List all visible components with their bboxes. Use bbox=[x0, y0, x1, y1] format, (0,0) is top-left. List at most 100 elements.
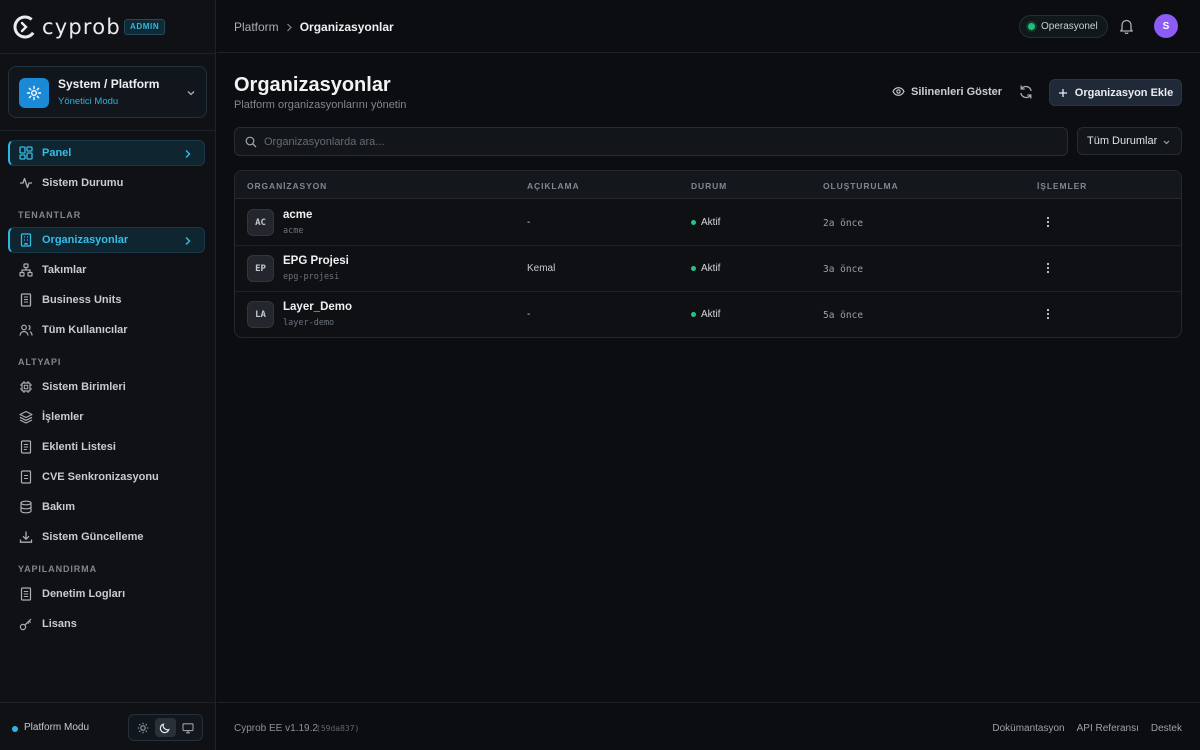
sidebar-item-label: CVE Senkronizasyonu bbox=[42, 471, 159, 483]
footer-link-docs[interactable]: Dokümantasyon bbox=[992, 723, 1064, 734]
org-description: - bbox=[527, 309, 531, 320]
sidebar-item-organizasyonlar[interactable]: Organizasyonlar bbox=[8, 227, 205, 253]
version-label: Cyprob EE v1.19.2 bbox=[234, 723, 318, 734]
sidebar-item-eklenti-listesi[interactable]: Eklenti Listesi bbox=[8, 434, 205, 460]
sidebar-item-label: Organizasyonlar bbox=[42, 234, 129, 246]
status-badge: Aktif bbox=[691, 263, 720, 274]
more-vertical-icon[interactable] bbox=[1041, 307, 1055, 321]
sidebar-item-tum-kullanicilar[interactable]: Tüm Kullanıcılar bbox=[8, 317, 205, 343]
table-row[interactable]: AC acme acme - Aktif 2a önce bbox=[235, 200, 1181, 246]
add-organization-button[interactable]: Organizasyon Ekle bbox=[1049, 79, 1182, 106]
org-slug: layer-demo bbox=[283, 318, 335, 328]
activity-icon bbox=[18, 175, 34, 191]
org-description: Kemal bbox=[527, 263, 556, 274]
page-subtitle: Platform organizasyonlarını yönetin bbox=[234, 99, 407, 111]
sidebar-item-lisans[interactable]: Lisans bbox=[8, 611, 205, 637]
org-name[interactable]: EPG Projesi bbox=[283, 255, 349, 267]
system-status-badge[interactable]: Operasyonel bbox=[1019, 15, 1108, 38]
users-icon bbox=[18, 322, 34, 338]
topbar: Platform Organizasyonlar Operasyonel S bbox=[217, 0, 1200, 53]
sidebar-item-label: Denetim Logları bbox=[42, 588, 126, 600]
divider bbox=[0, 130, 216, 131]
refresh-icon[interactable] bbox=[1018, 84, 1034, 100]
log-icon bbox=[18, 586, 34, 602]
sidebar-item-sistem-birimleri[interactable]: Sistem Birimleri bbox=[8, 374, 205, 400]
theme-dark-button[interactable] bbox=[154, 718, 176, 737]
column-header-actions: İŞLEMLER bbox=[1037, 181, 1088, 191]
moon-icon bbox=[160, 722, 171, 733]
table-row[interactable]: LA Layer_Demo layer-demo - Aktif 5a önce bbox=[235, 292, 1181, 337]
context-switcher[interactable]: System / Platform Yönetici Modu bbox=[8, 66, 207, 118]
sidebar-item-sistem-durumu[interactable]: Sistem Durumu bbox=[8, 170, 205, 196]
system-status-label: Operasyonel bbox=[1041, 21, 1098, 32]
more-vertical-icon[interactable] bbox=[1041, 261, 1055, 275]
sidebar-item-business-units[interactable]: Business Units bbox=[8, 287, 205, 313]
add-organization-label: Organizasyon Ekle bbox=[1074, 86, 1174, 99]
more-vertical-icon[interactable] bbox=[1041, 215, 1055, 229]
theme-system-button[interactable] bbox=[177, 718, 198, 737]
footer-link-support[interactable]: Destek bbox=[1151, 723, 1182, 734]
cpu-icon bbox=[18, 379, 34, 395]
status-filter-value: Tüm Durumlar bbox=[1087, 135, 1158, 147]
status-filter-select[interactable]: Tüm Durumlar bbox=[1077, 127, 1182, 155]
org-avatar: EP bbox=[247, 255, 274, 282]
created-time: 3a önce bbox=[823, 264, 864, 275]
footer-link-api[interactable]: API Referansı bbox=[1077, 723, 1139, 734]
status-label: Aktif bbox=[701, 309, 721, 320]
footer-links: Dokümantasyon API Referansı Destek bbox=[980, 723, 1182, 734]
brand-logo[interactable]: cyprob bbox=[12, 14, 121, 40]
theme-light-button[interactable] bbox=[133, 718, 154, 737]
platform-mode-label: Platform Modu bbox=[24, 722, 90, 733]
org-description: - bbox=[527, 217, 531, 228]
sidebar-item-label: Takımlar bbox=[42, 264, 87, 276]
sidebar-item-denetim-loglari[interactable]: Denetim Logları bbox=[8, 581, 205, 607]
chevron-down-icon bbox=[187, 91, 195, 96]
column-header-description: AÇIKLAMA bbox=[527, 181, 580, 191]
plus-icon bbox=[1058, 88, 1067, 97]
section-label-yapilandirma: YAPILANDIRMA bbox=[18, 564, 97, 574]
column-header-organization: ORGANİZASYON bbox=[247, 181, 328, 191]
org-name[interactable]: acme bbox=[283, 209, 312, 221]
platform-mode-dot bbox=[12, 726, 18, 732]
sidebar-item-sistem-guncelleme[interactable]: Sistem Güncelleme bbox=[8, 524, 205, 550]
bell-icon[interactable] bbox=[1119, 18, 1134, 34]
sidebar-item-bakim[interactable]: Bakım bbox=[8, 494, 205, 520]
user-avatar[interactable]: S bbox=[1154, 14, 1178, 38]
status-dot bbox=[1028, 23, 1035, 30]
context-title: System / Platform bbox=[58, 77, 160, 91]
sidebar-item-cve-senkronizasyonu[interactable]: CVE Senkronizasyonu bbox=[8, 464, 205, 490]
show-deleted-button[interactable]: Silinenleri Göster bbox=[892, 85, 1002, 98]
search-input[interactable] bbox=[264, 135, 1044, 148]
sidebar-item-label: Sistem Durumu bbox=[42, 177, 124, 189]
chevron-right-icon bbox=[185, 150, 191, 158]
chevron-down-icon bbox=[1163, 140, 1170, 145]
created-time: 5a önce bbox=[823, 310, 864, 321]
sidebar-item-islemler[interactable]: İşlemler bbox=[8, 404, 205, 430]
organizations-table: ORGANİZASYON AÇIKLAMA DURUM OLUŞTURULMA … bbox=[234, 170, 1182, 338]
divider bbox=[0, 53, 216, 54]
sun-icon bbox=[137, 722, 149, 733]
org-slug: acme bbox=[283, 226, 304, 236]
sidebar-item-label: Eklenti Listesi bbox=[42, 441, 116, 453]
download-icon bbox=[18, 529, 34, 545]
column-header-status: DURUM bbox=[691, 181, 728, 191]
dashboard-icon bbox=[18, 145, 34, 161]
breadcrumb-platform[interactable]: Platform bbox=[234, 20, 279, 34]
status-badge: Aktif bbox=[691, 309, 720, 320]
sync-icon bbox=[18, 469, 34, 485]
sidebar-item-takimlar[interactable]: Takımlar bbox=[8, 257, 205, 283]
page-footer: Cyprob EE v1.19.2 (59da837) Dokümantasyo… bbox=[217, 702, 1200, 750]
building-icon bbox=[18, 232, 34, 248]
sidebar-item-panel[interactable]: Panel bbox=[8, 140, 205, 166]
status-dot bbox=[691, 220, 696, 225]
org-name[interactable]: Layer_Demo bbox=[283, 301, 352, 313]
sidebar-item-label: Business Units bbox=[42, 294, 122, 306]
status-dot bbox=[691, 312, 696, 317]
theme-switcher bbox=[128, 714, 203, 741]
status-badge: Aktif bbox=[691, 217, 720, 228]
table-row[interactable]: EP EPG Projesi epg-projesi Kemal Aktif 3… bbox=[235, 246, 1181, 292]
logo-mark-icon bbox=[13, 15, 37, 39]
section-label-tenantlar: TENANTLAR bbox=[18, 210, 82, 220]
office-building-icon bbox=[18, 292, 34, 308]
table-header: ORGANİZASYON AÇIKLAMA DURUM OLUŞTURULMA … bbox=[235, 171, 1181, 199]
